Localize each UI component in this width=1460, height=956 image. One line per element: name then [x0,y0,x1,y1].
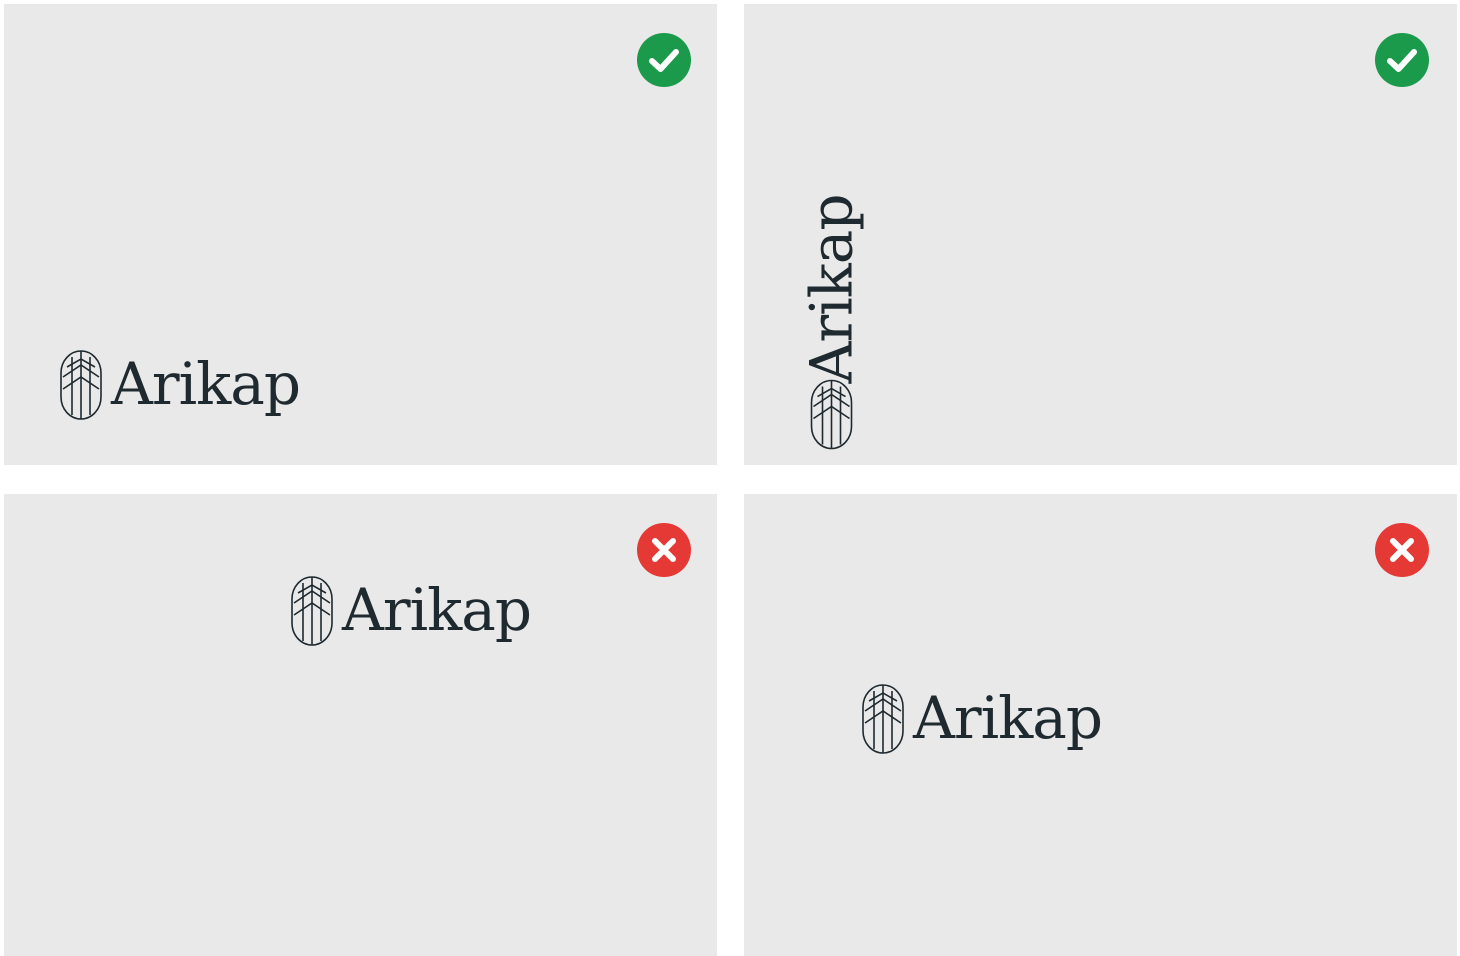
arikap-logo: Arikap [288,573,532,647]
arikap-logo: Arikap [57,347,301,421]
arikap-emblem-icon [862,684,904,754]
arikap-emblem-icon [810,379,853,450]
example-panel-incorrect-2: Arikap [744,494,1457,956]
example-panel-correct-2: Arikap [744,4,1457,465]
example-panel-correct-1: Arikap [4,4,717,465]
example-panel-incorrect-1: Arikap [4,494,717,956]
logo-wordmark: Arikap [913,684,1103,752]
check-icon [1375,33,1429,87]
arikap-emblem-icon [60,350,102,420]
cross-icon [637,523,691,577]
logo-wordmark: Arikap [797,194,866,384]
logo-wordmark: Arikap [111,350,301,418]
cross-icon [1375,523,1429,577]
arikap-logo-vertical: Arikap [795,194,869,450]
check-icon [637,33,691,87]
arikap-logo: Arikap [859,681,1103,755]
logo-wordmark: Arikap [342,576,532,644]
arikap-emblem-icon [291,576,333,646]
